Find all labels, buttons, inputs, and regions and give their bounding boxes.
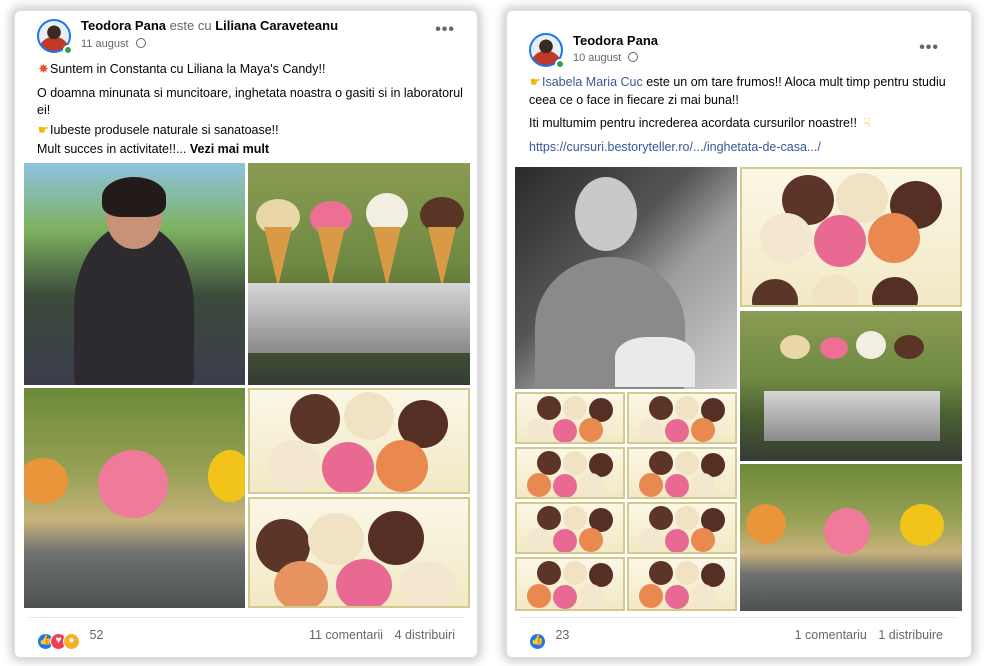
post-meta: 10 august: [573, 52, 639, 64]
post-header: Teodora Pana este cu Liliana Caraveteanu…: [15, 11, 477, 61]
post-footer: 👍 ♥ ● 52 11 comentarii 4 distribuiri: [29, 617, 463, 657]
reactions-count: 52: [89, 628, 104, 642]
like-reaction-icon: 👍: [529, 633, 546, 650]
comments-count-link[interactable]: 1 comentariu: [795, 628, 867, 642]
shares-count-link[interactable]: 4 distribuiri: [395, 628, 455, 642]
comments-count-link[interactable]: 11 comentarii: [309, 628, 383, 642]
photo-thumbnail[interactable]: [515, 557, 625, 611]
post-author-line: Teodora Pana: [573, 33, 658, 48]
post-body: ✸Suntem in Constanta cu Liliana la Maya'…: [37, 61, 467, 161]
facebook-post-1: Teodora Pana este cu Liliana Caraveteanu…: [14, 10, 478, 658]
post-meta: 11 august: [81, 38, 146, 50]
post-author-line: Teodora Pana este cu Liliana Caraveteanu: [81, 18, 338, 33]
pointing-hand-icon: ☛: [37, 122, 50, 137]
author-name-link[interactable]: Teodora Pana: [573, 33, 658, 48]
photo-scoops-tray-2[interactable]: [248, 497, 470, 608]
photo-ice-cream-glasses[interactable]: [24, 388, 245, 608]
course-url-link[interactable]: https://cursuri.bestoryteller.ro/.../ing…: [529, 140, 821, 154]
author-name-link[interactable]: Teodora Pana: [81, 18, 166, 33]
photo-thumbnail[interactable]: [627, 502, 737, 554]
post-line: Mult succes in activitate!!...: [37, 142, 187, 156]
tagged-user-link[interactable]: Liliana Caraveteanu: [215, 18, 338, 33]
post-line: Suntem in Constanta cu Liliana la Maya's…: [50, 62, 326, 76]
photo-ice-cream-cones[interactable]: [740, 311, 962, 461]
photo-thumbnail[interactable]: [627, 392, 737, 444]
photo-thumbnail[interactable]: [515, 502, 625, 554]
photo-woman[interactable]: [24, 163, 245, 385]
more-options-button[interactable]: •••: [919, 39, 939, 57]
post-body: ☛Isabela Maria Cuc este un om tare frumo…: [529, 74, 959, 158]
post-date-link[interactable]: 11 august: [81, 38, 129, 50]
reactions-count: 23: [555, 628, 570, 642]
post-line: Iti multumim pentru increderea acordata …: [529, 116, 857, 130]
post-footer: 👍 23 1 comentariu 1 distribuire: [521, 617, 957, 657]
with-text: este cu: [169, 18, 212, 33]
photo-scoops-tray-3[interactable]: [740, 167, 962, 307]
pointing-hand-icon: ☟: [863, 116, 871, 130]
photo-thumbnail[interactable]: [515, 447, 625, 499]
collision-emoji-icon: ✸: [38, 62, 49, 76]
more-options-button[interactable]: •••: [435, 21, 455, 39]
photo-ice-cream-glasses[interactable]: [740, 464, 962, 611]
globe-icon: [628, 52, 639, 62]
mention-link[interactable]: Isabela Maria Cuc: [542, 75, 643, 89]
post-stats: 1 comentariu 1 distribuire: [795, 628, 943, 642]
photo-woman-black-white[interactable]: [515, 167, 737, 389]
facebook-post-2: Teodora Pana 10 august ••• ☛Isabela Mari…: [506, 10, 972, 658]
post-header: Teodora Pana 10 august •••: [507, 11, 971, 69]
globe-icon: [135, 38, 146, 48]
pointing-hand-icon: ☛: [529, 75, 542, 89]
post-line: Iubeste produsele naturale si sanatoase!…: [50, 122, 279, 137]
photo-scoops-tray-1[interactable]: [248, 388, 470, 494]
post-date-link[interactable]: 10 august: [573, 52, 621, 64]
cake-shape: [615, 337, 695, 387]
wow-reaction-icon: ●: [63, 633, 80, 650]
post-stats: 11 comentarii 4 distribuiri: [309, 628, 455, 642]
see-more-link[interactable]: Vezi mai mult: [190, 142, 269, 156]
reactions-summary[interactable]: 👍 ♥ ● 52: [37, 628, 103, 650]
photo-ice-cream-cones[interactable]: [248, 163, 470, 385]
photo-thumbnail[interactable]: [515, 392, 625, 444]
online-status-icon: [555, 59, 565, 69]
post-line: O doamna minunata si muncitoare, ingheta…: [37, 85, 463, 118]
reactions-summary[interactable]: 👍 23: [529, 628, 569, 650]
shares-count-link[interactable]: 1 distribuire: [878, 628, 943, 642]
photo-thumbnail[interactable]: [627, 557, 737, 611]
online-status-icon: [63, 45, 73, 55]
photo-thumbnail[interactable]: [627, 447, 737, 499]
